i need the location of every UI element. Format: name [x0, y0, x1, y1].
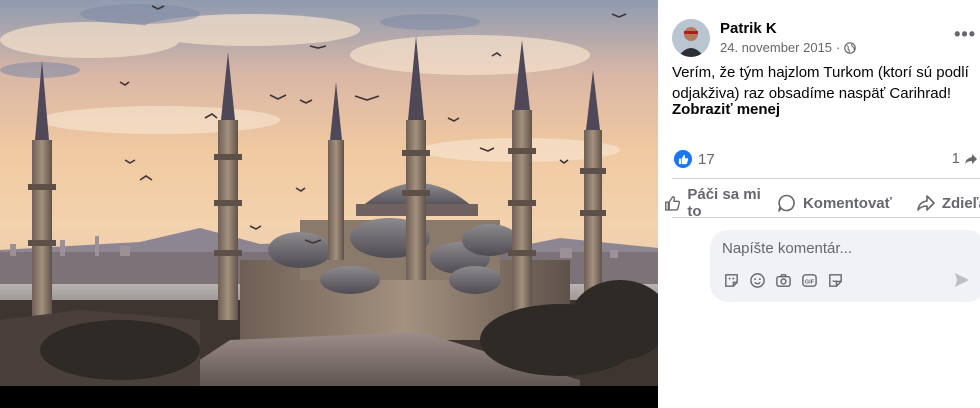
share-icon: [917, 195, 935, 211]
author-name[interactable]: Patrik K: [720, 20, 777, 37]
photo-bottom-bar: [0, 386, 658, 408]
emoji-icon[interactable]: [748, 271, 766, 289]
like-button[interactable]: Páči sa mi to: [660, 186, 771, 220]
facebook-photo-viewer: Patrik K 24. november 2015 · ••• Verím, …: [0, 0, 980, 408]
divider-bottom: [672, 217, 980, 218]
reaction-summary[interactable]: 17: [674, 150, 715, 168]
like-icon: [665, 196, 681, 211]
camera-icon[interactable]: [774, 271, 792, 289]
comment-composer[interactable]: Napíšte komentár... GIF: [710, 230, 980, 302]
post-meta: 24. november 2015 ·: [720, 40, 857, 55]
post-details-panel: Patrik K 24. november 2015 · ••• Verím, …: [658, 0, 980, 408]
share-count[interactable]: 1: [952, 150, 978, 167]
send-icon[interactable]: [953, 271, 971, 294]
like-label: Páči sa mi to: [687, 186, 761, 220]
avatar-sticker-icon[interactable]: [722, 271, 740, 289]
comment-label: Komentovať: [802, 194, 892, 212]
comment-button[interactable]: Komentovať: [773, 193, 896, 213]
divider-top: [672, 178, 980, 179]
avatar-image: [672, 19, 710, 57]
like-reaction-icon: [674, 150, 692, 168]
sticker-icon[interactable]: [826, 271, 844, 289]
gif-icon[interactable]: GIF: [800, 271, 818, 289]
comment-tools: GIF: [722, 271, 844, 289]
post-text: Verím, že tým hajzlom Turkom (ktorí sú p…: [672, 64, 969, 102]
more-options-icon[interactable]: •••: [954, 24, 976, 45]
share-button[interactable]: Zdieľať: [912, 193, 980, 213]
svg-text:GIF: GIF: [804, 279, 814, 285]
comment-icon: [778, 194, 795, 212]
post-actions: Páči sa mi to Komentovať Zdieľať: [658, 186, 980, 220]
meta-separator: ·: [836, 40, 841, 55]
see-less-link[interactable]: Zobraziť menej: [672, 101, 780, 118]
share-label: Zdieľať: [941, 194, 980, 212]
reaction-count: 17: [698, 150, 715, 168]
post-date[interactable]: 24. november 2015: [720, 40, 832, 55]
share-count-number: 1: [951, 150, 960, 167]
globe-icon[interactable]: [844, 41, 857, 54]
mosque-photo: [0, 0, 658, 392]
avatar[interactable]: [672, 19, 710, 57]
share-count-icon: [965, 153, 977, 164]
post-photo[interactable]: [0, 0, 658, 408]
comment-input[interactable]: Napíšte komentár...: [722, 240, 852, 257]
